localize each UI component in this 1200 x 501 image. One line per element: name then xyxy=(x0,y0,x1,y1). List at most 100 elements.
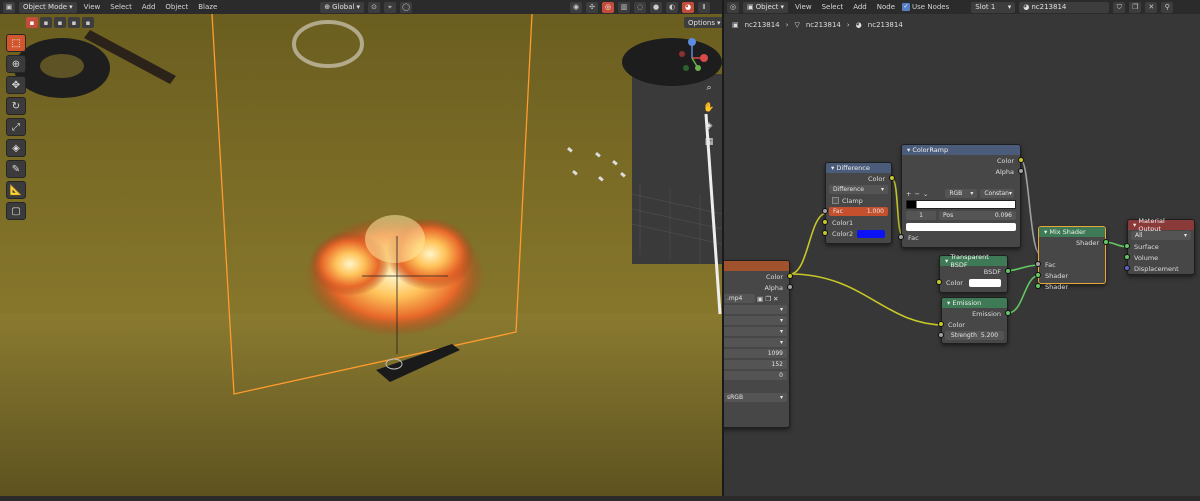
add-cube-tool-icon[interactable]: ▢ xyxy=(6,202,26,220)
image-ext-dropdown[interactable]: ▾ xyxy=(724,338,787,347)
output-socket[interactable] xyxy=(1103,239,1109,245)
material-selector[interactable]: ◕ nc213814 xyxy=(1019,1,1110,13)
output-socket[interactable] xyxy=(787,273,793,279)
colorspace-dropdown[interactable]: sRGB ▾ xyxy=(724,393,787,402)
pause-icon[interactable]: Ⅱ xyxy=(698,1,710,13)
color2-swatch[interactable] xyxy=(857,229,885,238)
editor-type-button[interactable]: ▣ xyxy=(3,1,15,13)
node-colorramp[interactable]: ▾ ColorRamp Color Alpha + − ⌄ RGB ▾ Constan… xyxy=(898,144,1024,248)
node-editor[interactable]: ▣ nc213814 › ▽ nc213814 › ◕ nc213814 Col… xyxy=(722,14,1200,496)
shader-type-dropdown[interactable]: ▣ Object ▾ xyxy=(743,1,788,13)
cursor-tool-icon[interactable]: ⊕ xyxy=(6,55,26,73)
select-box-icon[interactable]: ▪ xyxy=(26,17,38,28)
node-mix-shader[interactable]: ▾ Mix Shader Shader Fac Shader Shader xyxy=(1035,226,1109,291)
node-material-output[interactable]: ▾ Material Output All ▾ Surface Volume Di… xyxy=(1124,217,1195,275)
input-socket[interactable] xyxy=(822,208,828,214)
input-socket[interactable] xyxy=(936,279,942,285)
menu-blaze[interactable]: Blaze xyxy=(195,3,220,11)
stop-color-swatch[interactable] xyxy=(906,222,1016,231)
output-socket[interactable] xyxy=(1018,157,1024,163)
fac-slider[interactable]: Fac 1.000 xyxy=(829,207,888,216)
menu-node[interactable]: Node xyxy=(874,3,898,11)
annotate-tool-icon[interactable]: ✎ xyxy=(6,160,26,178)
input-socket[interactable] xyxy=(1035,261,1041,267)
start-frame-field[interactable]: 152 xyxy=(724,360,787,369)
color-ramp-gradient[interactable] xyxy=(906,200,1016,209)
select-tool-icon[interactable]: ⬚ xyxy=(6,34,26,52)
input-socket[interactable] xyxy=(822,219,828,225)
input-socket[interactable] xyxy=(1035,283,1041,289)
menu-add[interactable]: Add xyxy=(139,3,159,11)
measure-tool-icon[interactable]: 📐 xyxy=(6,181,26,199)
select-subtract-icon[interactable]: ▪ xyxy=(54,17,66,28)
image-duplicate-icon[interactable]: ❐ xyxy=(765,295,771,303)
hand-pan-icon[interactable]: ✋ xyxy=(701,100,717,116)
editor-type-icon[interactable]: ◎ xyxy=(727,1,739,13)
transform-tool-icon[interactable]: ◈ xyxy=(6,139,26,157)
menu-object[interactable]: Object xyxy=(162,3,191,11)
image-interp-dropdown[interactable]: ▾ xyxy=(724,316,787,325)
slot-dropdown[interactable]: Slot 1 ▾ xyxy=(971,1,1016,13)
pin-icon[interactable]: ⚲ xyxy=(1161,1,1174,13)
output-socket[interactable] xyxy=(1005,268,1011,274)
3d-viewport[interactable]: ▪ ▪ ▪ ▪ ▪ ⬚ ⊕ ✥ ↻ ⤢ ◈ ✎ 📐 ▢ Options ▾ ⌕ ✋… xyxy=(0,14,722,496)
clamp-checkbox[interactable] xyxy=(832,197,839,204)
gizmo-icon[interactable]: ✣ xyxy=(586,1,598,13)
menu-view[interactable]: View xyxy=(792,3,815,11)
proportional-icon[interactable]: ◯ xyxy=(400,1,412,13)
collapse-icon[interactable]: ▾ xyxy=(831,164,834,172)
select-intersect-icon[interactable]: ▪ xyxy=(82,17,94,28)
offset-field[interactable]: 0 xyxy=(724,371,787,380)
camera-icon[interactable]: ◈ xyxy=(701,118,717,134)
collapse-icon[interactable]: ▾ xyxy=(1044,228,1047,236)
menu-view[interactable]: View xyxy=(81,3,104,11)
collapse-icon[interactable]: ▾ xyxy=(1133,221,1136,229)
output-socket[interactable] xyxy=(1018,168,1024,174)
input-socket[interactable] xyxy=(1035,272,1041,278)
stop-menu-icon[interactable]: ⌄ xyxy=(923,190,928,198)
input-socket[interactable] xyxy=(1124,265,1130,271)
duplicate-icon[interactable]: ❐ xyxy=(1129,1,1142,13)
input-socket[interactable] xyxy=(1124,243,1130,249)
node-difference[interactable]: ▾ Difference Color Difference ▾ Clamp Fac… xyxy=(822,162,895,244)
fake-user-icon[interactable]: ⛉ xyxy=(1113,1,1126,13)
color-mode-dropdown[interactable]: RGB ▾ xyxy=(945,189,978,198)
input-socket[interactable] xyxy=(938,332,944,338)
shading-solid-icon[interactable]: ● xyxy=(650,1,662,13)
add-stop-icon[interactable]: + xyxy=(906,190,911,198)
remove-stop-icon[interactable]: − xyxy=(914,190,919,198)
orientation-dropdown[interactable]: ⊕ Global ▾ xyxy=(320,1,364,13)
target-dropdown[interactable]: All ▾ xyxy=(1131,231,1191,240)
use-nodes-checkbox[interactable]: ✓ Use Nodes xyxy=(902,3,949,11)
input-socket[interactable] xyxy=(822,230,828,236)
grid-view-icon[interactable]: ▦ xyxy=(701,134,717,150)
image-proj-dropdown[interactable]: ▾ xyxy=(724,327,787,336)
scale-tool-icon[interactable]: ⤢ xyxy=(6,118,26,136)
select-extend-icon[interactable]: ▪ xyxy=(40,17,52,28)
output-socket[interactable] xyxy=(787,284,793,290)
input-socket[interactable] xyxy=(1124,254,1130,260)
mode-dropdown[interactable]: Object Mode ▾ xyxy=(19,1,77,13)
collapse-icon[interactable]: ▾ xyxy=(907,146,910,154)
input-socket[interactable] xyxy=(938,321,944,327)
output-socket[interactable] xyxy=(1005,310,1011,316)
stop-position-field[interactable]: Pos 0.096 xyxy=(939,211,1016,220)
input-socket[interactable] xyxy=(898,234,904,240)
shading-material-icon[interactable]: ◐ xyxy=(666,1,678,13)
image-filename-field[interactable]: .mp4 xyxy=(724,294,755,303)
output-socket[interactable] xyxy=(889,175,895,181)
overlay-icon[interactable]: ◎ xyxy=(602,1,614,13)
xray-icon[interactable]: ▥ xyxy=(618,1,630,13)
menu-add[interactable]: Add xyxy=(850,3,870,11)
menu-select[interactable]: Select xyxy=(819,3,847,11)
image-unlink-icon[interactable]: ✕ xyxy=(773,295,778,303)
frames-field[interactable]: 1099 xyxy=(724,349,787,358)
strength-field[interactable]: Strength 5.200 xyxy=(945,331,1004,340)
collapse-icon[interactable]: ▾ xyxy=(947,299,950,307)
transparent-color-swatch[interactable] xyxy=(968,278,1001,287)
navigation-gizmo[interactable] xyxy=(672,36,712,76)
rotate-tool-icon[interactable]: ↻ xyxy=(6,97,26,115)
node-emission[interactable]: ▾ Emission Emission Color Strength 5.200 xyxy=(938,297,1011,344)
stop-index-field[interactable]: 1 xyxy=(906,211,936,220)
shading-wire-icon[interactable]: ◌ xyxy=(634,1,646,13)
